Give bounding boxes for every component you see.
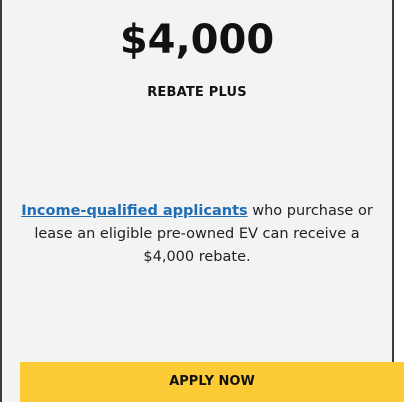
rebate-card: $4,000 REBATE PLUS Income-qualified appl… xyxy=(0,0,394,402)
rebate-description: Income-qualified applicants who purchase… xyxy=(16,200,378,269)
rebate-title: REBATE PLUS xyxy=(147,85,247,100)
apply-now-button[interactable]: APPLY NOW xyxy=(20,362,404,402)
income-qualified-applicants-link[interactable]: Income-qualified applicants xyxy=(21,203,247,219)
rebate-amount: $4,000 xyxy=(119,17,275,63)
